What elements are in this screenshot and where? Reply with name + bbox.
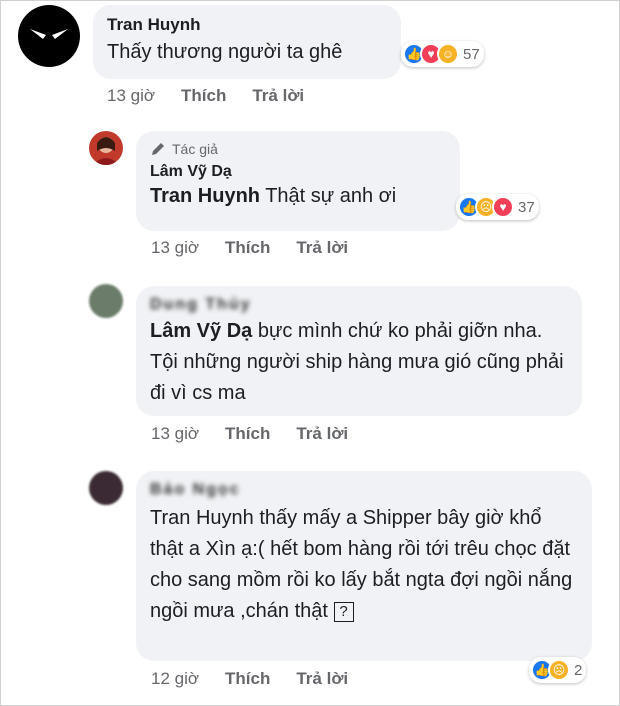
mention-link[interactable]: Lâm Vỹ Dạ [150,320,252,342]
love-reaction-icon: ♥ [492,196,514,218]
unknown-glyph-icon: ? [333,601,354,622]
reaction-summary[interactable]: 👍 ♥ ☺ 57 [401,41,484,67]
comment-actions: 12 giờ Thích Trả lời [151,669,348,689]
comment-bubble: Tran Huynh Thấy thương người ta ghê [93,5,401,79]
comment-author[interactable]: Tran Huynh [107,15,387,35]
comment-text: Thật sự anh ơi [265,185,397,207]
comment-time[interactable]: 12 giờ [151,669,199,689]
like-button[interactable]: Thích [181,86,226,106]
reply-button[interactable]: Trả lời [296,238,348,258]
comment-time[interactable]: 13 giờ [151,238,199,258]
comment-bubble: Tác giả Lâm Vỹ Dạ Tran Huynh Thật sự anh… [136,131,460,231]
comment-text: Thấy thương người ta ghê [107,41,343,63]
reaction-summary[interactable]: 👍 ☹ 2 [529,657,587,683]
reaction-count: 2 [574,661,583,679]
comment-actions: 13 giờ Thích Trả lời [151,238,348,258]
comment-author[interactable]: Lâm Vỹ Dạ [150,163,446,181]
author-badge: Tác giả [150,141,446,157]
care-reaction-icon: ☺ [437,43,459,65]
comment-thread: Tran Huynh Thấy thương người ta ghê 👍 ♥ … [0,0,620,706]
avatar[interactable] [89,284,123,318]
like-button[interactable]: Thích [225,424,270,444]
angry-face-icon [30,29,68,39]
comment-actions: 13 giờ Thích Trả lời [151,424,348,444]
like-button[interactable]: Thích [225,669,270,689]
like-button[interactable]: Thích [225,238,270,258]
comment-text-row: Tran Huynh Thật sự anh ơi [150,181,446,212]
reaction-count: 57 [463,45,480,63]
reply-button[interactable]: Trả lời [252,86,304,106]
comment-actions: 13 giờ Thích Trả lời [107,86,304,106]
avatar[interactable] [89,131,123,165]
pencil-icon [152,143,164,155]
comment-author[interactable]: Dung Thủy [150,296,568,314]
reply-button[interactable]: Trả lời [296,424,348,444]
mention-link[interactable]: Tran Huynh [150,185,260,207]
comment-time[interactable]: 13 giờ [107,86,155,106]
comment-text-row: Tran Huynh thấy mấy a Shipper bây giờ kh… [150,503,578,627]
comment-text-row: Lâm Vỹ Dạ bực mình chứ ko phải giỡn nha.… [150,316,568,409]
sad-reaction-icon: ☹ [548,659,570,681]
reaction-summary[interactable]: 👍 ☹ ♥ 37 [456,194,539,220]
author-badge-label: Tác giả [172,141,218,157]
comment-bubble: Dung Thủy Lâm Vỹ Dạ bực mình chứ ko phải… [136,286,582,416]
avatar[interactable] [18,5,80,67]
avatar[interactable] [89,471,123,505]
reply-button[interactable]: Trả lời [296,669,348,689]
reaction-count: 37 [518,198,535,216]
comment-bubble: Bảo Ngọc Tran Huynh thấy mấy a Shipper b… [136,471,592,661]
comment-author[interactable]: Bảo Ngọc [150,481,578,499]
comment-time[interactable]: 13 giờ [151,424,199,444]
mention-link[interactable]: Tran Huynh [150,507,254,529]
profile-photo-icon [93,137,119,165]
